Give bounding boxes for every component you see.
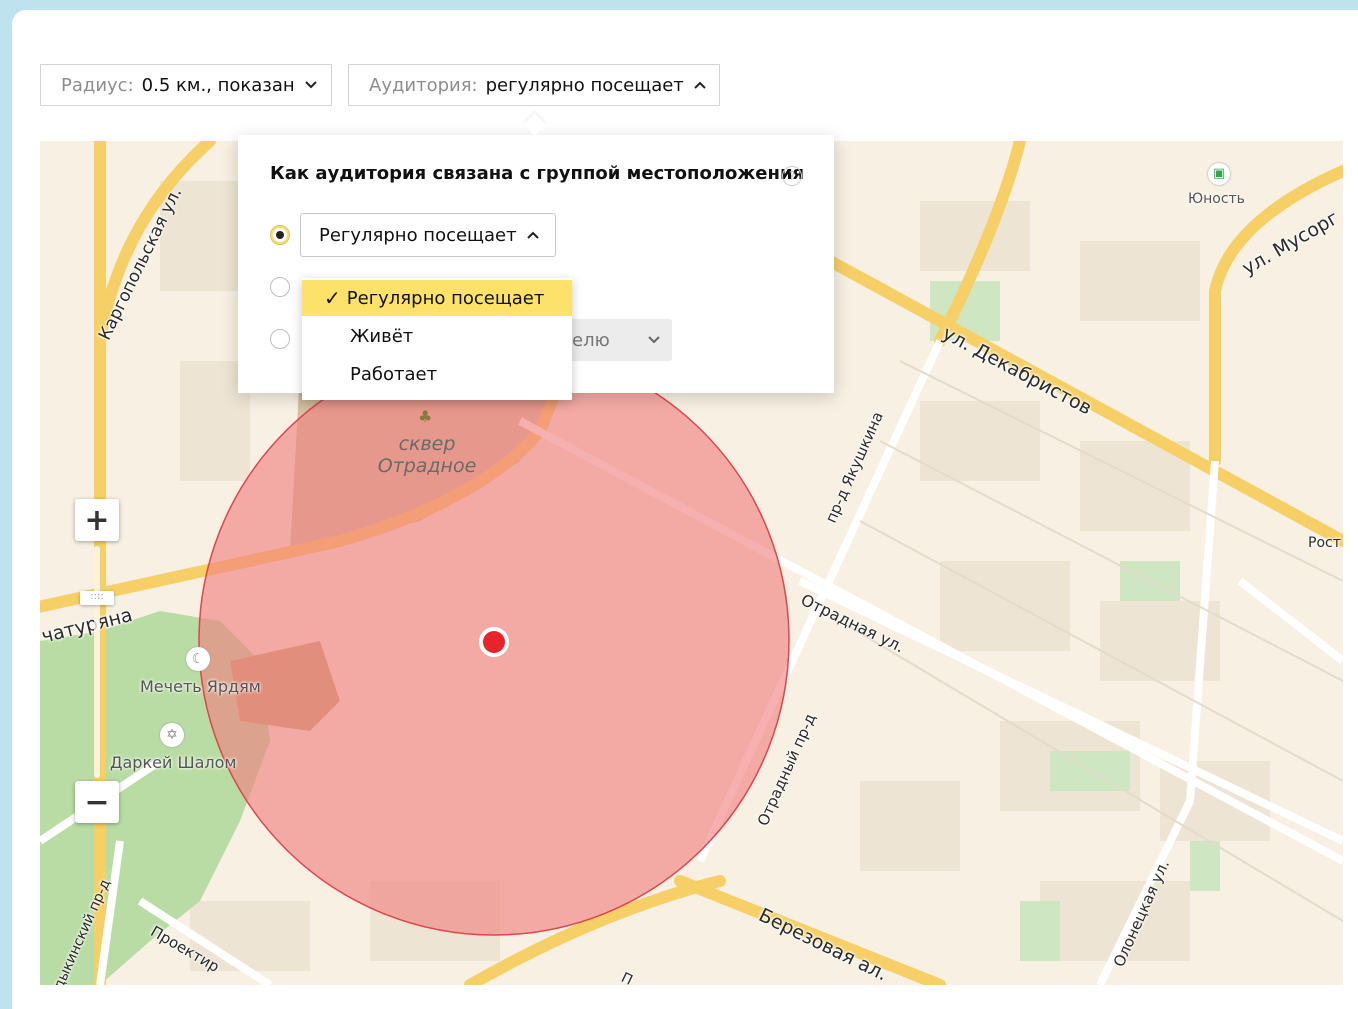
chevron-down-icon xyxy=(304,81,317,89)
zoom-out-button[interactable]: − xyxy=(75,781,119,823)
audience-label: Аудитория: xyxy=(369,74,478,96)
poi-label: Даркей Шалом xyxy=(110,753,237,772)
location-marker xyxy=(483,631,505,653)
poi-label: Мечеть Ярдям xyxy=(140,677,261,696)
radius-value: 0.5 км., показан xyxy=(141,74,295,96)
relation-dropdown-menu: ✓ Регулярно посещает Живёт Работает xyxy=(302,278,572,400)
dropdown-item-label: Живёт xyxy=(350,325,414,347)
zoom-in-button[interactable]: + xyxy=(75,499,119,541)
dropdown-item-lives[interactable]: Живёт xyxy=(302,318,572,354)
period-select[interactable]: елю xyxy=(556,319,672,361)
relation-select-value: Регулярно посещает xyxy=(319,224,517,246)
mosque-icon: ☾ xyxy=(186,647,210,671)
dropdown-item-label: Регулярно посещает xyxy=(346,287,545,309)
chevron-up-icon xyxy=(694,81,706,89)
zoom-slider-thumb[interactable]: :::: xyxy=(80,591,114,605)
dropdown-item-works[interactable]: Работает xyxy=(302,356,572,392)
street-label: Рост xyxy=(1308,535,1341,551)
radio-option-2[interactable] xyxy=(270,277,290,297)
chevron-up-icon xyxy=(526,231,539,239)
help-icon[interactable]: ? xyxy=(782,166,802,186)
synagogue-icon: ✡ xyxy=(160,723,184,747)
popup-title: Как аудитория связана с группой местопол… xyxy=(270,163,805,184)
park-label-line2: Отрадное xyxy=(377,455,477,477)
check-icon: ✓ xyxy=(324,286,341,310)
audience-value: регулярно посещает xyxy=(485,74,684,96)
audience-dropdown-button[interactable]: Аудитория: регулярно посещает xyxy=(348,64,720,106)
relation-select[interactable]: Регулярно посещает xyxy=(300,213,556,257)
dropdown-item-regularly-visits[interactable]: ✓ Регулярно посещает xyxy=(302,280,572,316)
park-icon: ♣ xyxy=(418,407,433,426)
tram-icon: ▣ xyxy=(1208,163,1230,185)
dropdown-item-label: Работает xyxy=(350,363,438,385)
zoom-slider-track[interactable] xyxy=(94,546,100,778)
park-label-line1: сквер xyxy=(398,433,456,455)
chevron-down-icon xyxy=(648,336,660,344)
radius-dropdown-button[interactable]: Радиус: 0.5 км., показан xyxy=(40,64,332,106)
park-label: сквер Отрадное xyxy=(366,433,488,477)
radio-option-3[interactable] xyxy=(270,329,290,349)
radio-option-1[interactable] xyxy=(270,225,290,245)
period-select-value: елю xyxy=(572,329,610,351)
radius-label: Радиус: xyxy=(61,74,134,96)
poi-label: Юность xyxy=(1188,191,1245,207)
